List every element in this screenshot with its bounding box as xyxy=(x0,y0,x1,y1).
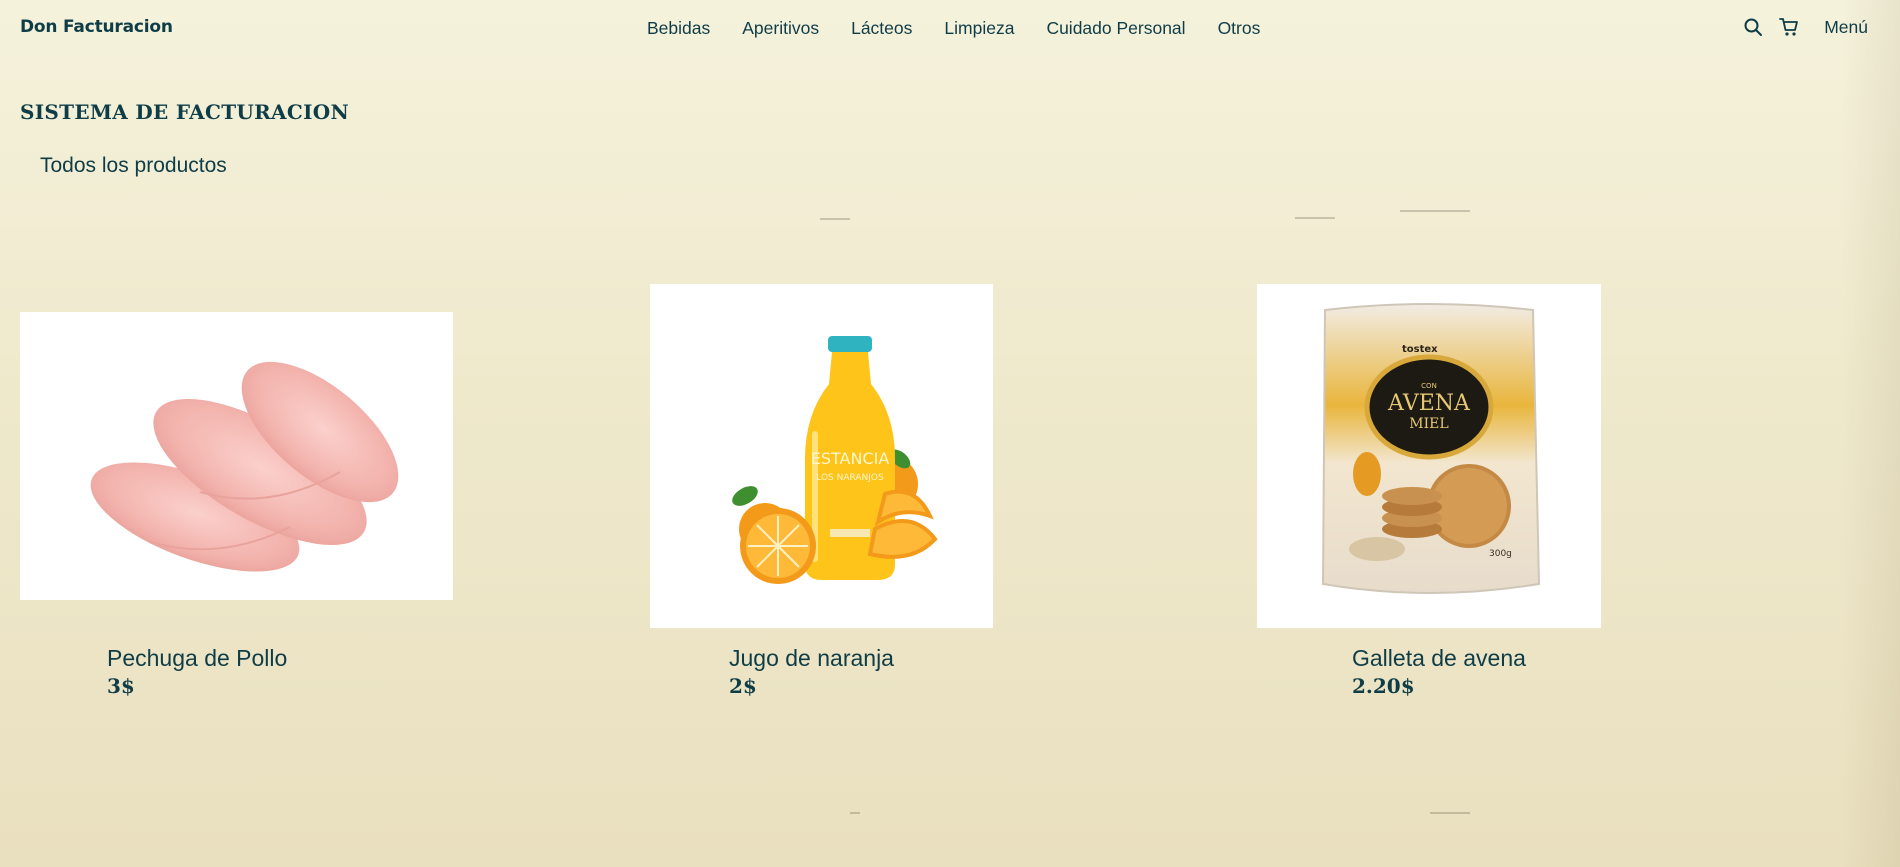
nav-link-otros[interactable]: Otros xyxy=(1218,18,1261,39)
product-price: 2.20$ xyxy=(1352,674,1415,698)
menu-button[interactable]: Menú xyxy=(1824,17,1868,38)
product-name[interactable]: Galleta de avena xyxy=(1352,645,1526,672)
package-weight: 300g xyxy=(1489,549,1512,559)
package-con: CON xyxy=(1421,382,1437,390)
nav-link-limpieza[interactable]: Limpieza xyxy=(944,18,1014,39)
product-name[interactable]: Pechuga de Pollo xyxy=(107,645,287,672)
header-tools: Menú xyxy=(1742,16,1868,38)
search-icon[interactable] xyxy=(1742,16,1764,38)
page-title: SISTEMA DE FACTURACION xyxy=(20,100,350,124)
brand-logo[interactable]: Don Facturacion xyxy=(20,17,173,37)
decorative-speck xyxy=(1430,812,1470,814)
nav-link-bebidas[interactable]: Bebidas xyxy=(647,18,710,39)
product-price: 3$ xyxy=(107,674,135,698)
product-price: 2$ xyxy=(729,674,757,698)
package-avena: AVENA xyxy=(1387,391,1471,416)
nav-link-lacteos[interactable]: Lácteos xyxy=(851,18,912,39)
nav-link-cuidado-personal[interactable]: Cuidado Personal xyxy=(1046,18,1185,39)
product-image-oat-cookies[interactable]: tostex CON AVENA MIEL 300g xyxy=(1257,284,1601,628)
section-title: Todos los productos xyxy=(40,154,227,177)
svg-text:LOS NARANJOS: LOS NARANJOS xyxy=(816,473,884,483)
package-miel: MIEL xyxy=(1409,416,1448,432)
decorative-speck xyxy=(820,218,850,220)
package-brand: tostex xyxy=(1402,344,1438,355)
nav-link-aperitivos[interactable]: Aperitivos xyxy=(742,18,819,39)
decorative-speck xyxy=(850,812,860,814)
product-image-chicken[interactable] xyxy=(20,312,453,600)
product-name[interactable]: Jugo de naranja xyxy=(729,645,894,672)
orange-juice-bottle-image: ESTANCIA LOS NARANJOS xyxy=(732,336,938,584)
decorative-speck xyxy=(1400,210,1470,212)
chicken-breast-image xyxy=(90,361,399,572)
cart-icon[interactable] xyxy=(1778,16,1800,38)
category-nav: Bebidas Aperitivos Lácteos Limpieza Cuid… xyxy=(647,18,1292,39)
product-image-orange-juice[interactable]: ESTANCIA LOS NARANJOS xyxy=(650,284,993,628)
edge-shadow xyxy=(1840,0,1900,867)
svg-text:ESTANCIA: ESTANCIA xyxy=(811,449,890,468)
oat-cookie-package-image: tostex CON AVENA MIEL 300g xyxy=(1321,303,1541,594)
top-navbar: Don Facturacion Bebidas Aperitivos Lácte… xyxy=(0,0,1900,56)
decorative-speck xyxy=(1295,217,1335,219)
